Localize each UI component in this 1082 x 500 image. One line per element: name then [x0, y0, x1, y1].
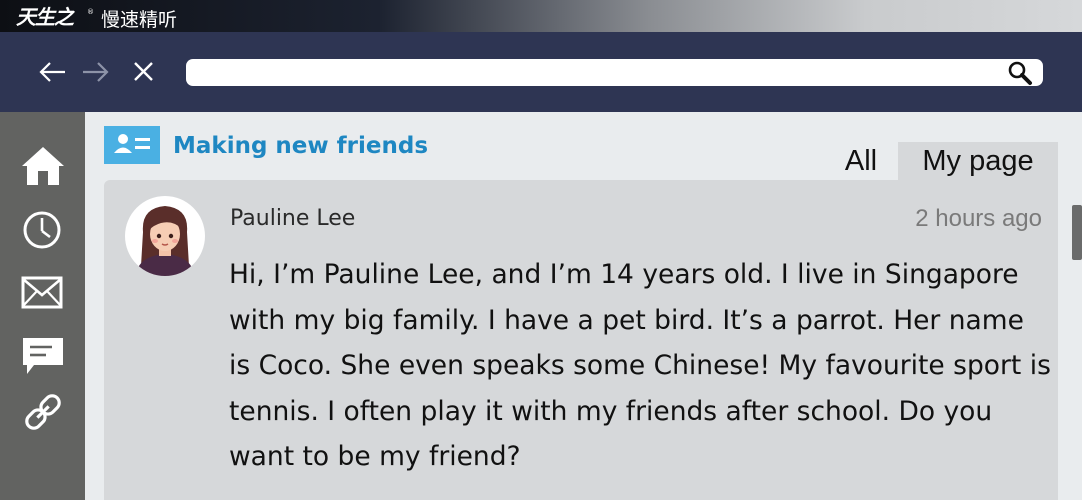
sidebar-item-history[interactable]	[20, 208, 66, 252]
chat-icon	[23, 338, 63, 374]
sidebar-item-home[interactable]	[20, 144, 66, 188]
post-timestamp: 2 hours ago	[915, 205, 1042, 232]
mail-icon	[21, 276, 63, 309]
link-icon	[25, 394, 61, 430]
sidebar-item-messages[interactable]	[20, 334, 66, 378]
close-icon	[134, 62, 153, 81]
avatar[interactable]	[125, 196, 205, 276]
arrow-left-icon	[39, 62, 65, 82]
search-icon	[1008, 61, 1032, 85]
back-button[interactable]	[36, 57, 70, 87]
home-icon	[22, 147, 64, 185]
sidebar-item-links[interactable]	[20, 390, 66, 434]
girl-avatar-icon	[125, 196, 205, 276]
scrollbar-track[interactable]	[1070, 112, 1082, 500]
address-bar-input[interactable]	[186, 59, 1043, 86]
contact-card-icon	[114, 134, 150, 153]
brand-bar: 天生之 ® 慢速精听	[0, 0, 1082, 32]
clock-icon	[23, 211, 61, 249]
tab-all[interactable]: All	[826, 142, 896, 180]
registered-mark: ®	[87, 8, 94, 16]
search-button[interactable]	[1006, 59, 1034, 86]
sidebar-item-mail[interactable]	[20, 271, 66, 315]
post-body-text: Hi, I’m Pauline Lee, and I’m 14 years ol…	[229, 259, 1051, 472]
section-title: Making new friends	[173, 133, 429, 159]
arrow-right-icon	[83, 62, 109, 82]
post-author-name[interactable]: Pauline Lee	[230, 204, 355, 234]
section-header-icon	[104, 126, 160, 164]
scrollbar-thumb[interactable]	[1072, 205, 1082, 260]
stop-button[interactable]	[127, 57, 161, 87]
tab-my-page[interactable]: My page	[898, 142, 1058, 180]
forward-button[interactable]	[79, 57, 113, 87]
brand-title: 慢速精听	[101, 9, 178, 31]
brand-logo: 天生之	[16, 5, 74, 29]
